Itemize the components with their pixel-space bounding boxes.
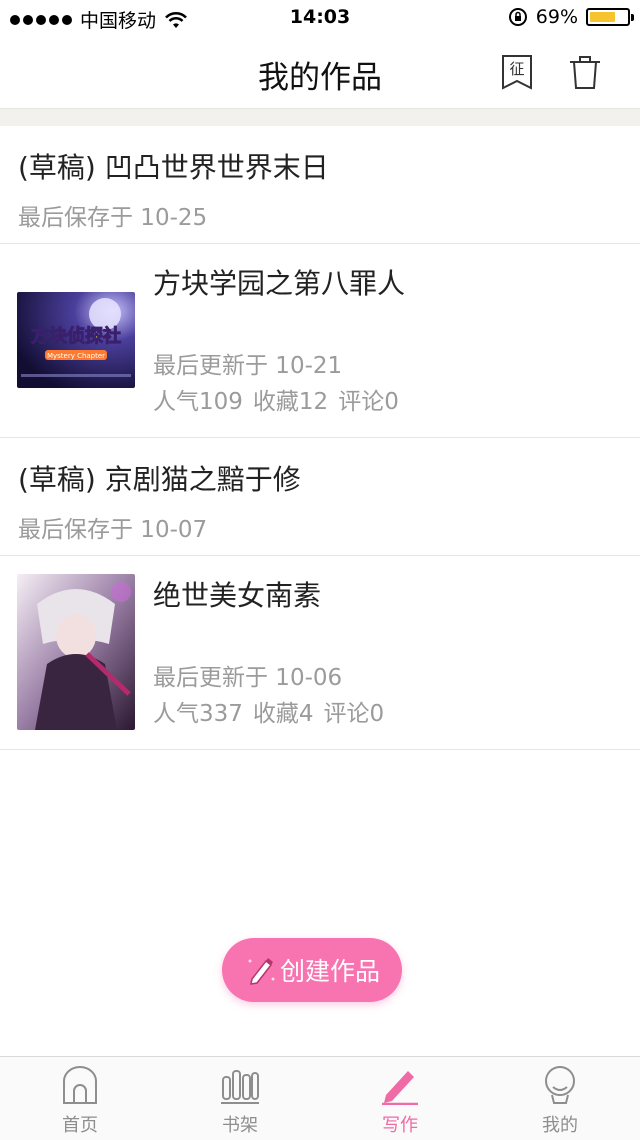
create-work-button[interactable]: 创建作品: [222, 938, 402, 1002]
tab-write[interactable]: 写作: [320, 1057, 480, 1140]
section-divider: [0, 108, 640, 127]
tab-home-label: 首页: [62, 1115, 98, 1136]
cover-title: 方块侦探社: [31, 325, 121, 347]
draft-item[interactable]: (草稿) 京剧猫之黯于修 最后保存于 10-07: [0, 438, 640, 556]
nav-bar: 我的作品 征: [0, 36, 640, 108]
battery-icon: [586, 8, 634, 26]
bookshelf-icon: [221, 1070, 259, 1104]
work-cover-image: [17, 574, 135, 730]
works-list: (草稿) 凹凸世界世界末日 最后保存于 10-25 方块侦探社 Mystery …: [0, 126, 640, 750]
draft-item[interactable]: (草稿) 凹凸世界世界末日 最后保存于 10-25: [0, 126, 640, 244]
trash-icon[interactable]: [568, 54, 602, 90]
comments-count: 评论0: [323, 701, 385, 727]
favorites-count: 收藏4: [252, 701, 314, 727]
page-title: 我的作品: [258, 60, 382, 96]
favorites-count: 收藏12: [252, 389, 329, 415]
contest-icon[interactable]: 征: [500, 54, 534, 90]
work-stats: 人气337 收藏4 评论0: [153, 694, 384, 728]
work-updated-time: 最后更新于 10-21: [153, 353, 343, 379]
draft-saved-time: 最后保存于 10-25: [18, 205, 208, 231]
work-title: 绝世美女南素: [153, 579, 322, 612]
draft-saved-time: 最后保存于 10-07: [18, 517, 208, 543]
tab-bookshelf[interactable]: 书架: [160, 1057, 320, 1140]
work-item[interactable]: 方块侦探社 Mystery Chapter 方块学园之第八罪人 最后更新于 10…: [0, 244, 640, 438]
popularity-count: 人气109: [153, 389, 243, 415]
tab-profile-label: 我的: [542, 1115, 578, 1136]
tab-profile[interactable]: 我的: [480, 1057, 640, 1140]
contest-icon-label: 征: [509, 60, 524, 78]
create-work-label: 创建作品: [279, 957, 380, 986]
battery-level: [590, 12, 615, 22]
popularity-count: 人气337: [153, 701, 243, 727]
status-bar: 中国移动 14:03 69%: [0, 0, 640, 36]
tab-bookshelf-label: 书架: [222, 1115, 258, 1136]
battery-percent: 69%: [535, 6, 578, 28]
work-cover-image: 方块侦探社 Mystery Chapter: [17, 292, 135, 388]
draft-title: (草稿) 京剧猫之黯于修: [18, 463, 301, 496]
work-item[interactable]: 绝世美女南素 最后更新于 10-06 人气337 收藏4 评论0: [0, 556, 640, 750]
work-updated-time: 最后更新于 10-06: [153, 665, 343, 691]
home-icon: [63, 1066, 97, 1104]
work-stats: 人气109 收藏12 评论0: [153, 382, 399, 416]
cover-subtitle: Mystery Chapter: [47, 352, 105, 360]
tab-home[interactable]: 首页: [0, 1057, 160, 1140]
status-right: 69%: [508, 6, 634, 28]
tab-write-label: 写作: [382, 1115, 418, 1136]
comments-count: 评论0: [338, 389, 399, 415]
pencil-icon: [382, 1071, 418, 1105]
tab-bar: 首页 书架 写作 我的: [0, 1056, 640, 1140]
orientation-lock-icon: [508, 8, 527, 26]
draft-title: (草稿) 凹凸世界世界末日: [18, 151, 329, 184]
pencil-icon: [248, 958, 275, 985]
profile-icon: [545, 1066, 575, 1104]
work-title: 方块学园之第八罪人: [153, 267, 406, 300]
